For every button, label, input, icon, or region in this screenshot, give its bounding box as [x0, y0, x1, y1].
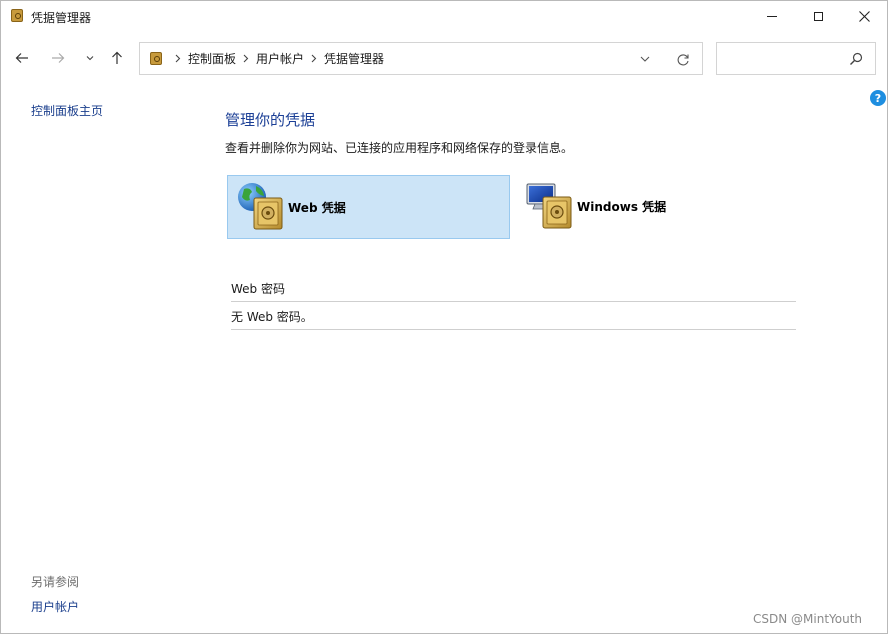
chevron-right-icon[interactable]: [238, 54, 254, 63]
credential-vault-icon: [150, 52, 162, 65]
refresh-button[interactable]: [674, 51, 692, 69]
chevron-down-icon: [86, 56, 94, 61]
search-box[interactable]: [716, 42, 876, 75]
breadcrumb-user-accounts[interactable]: 用户帐户: [254, 50, 306, 67]
title-bar: 凭据管理器: [1, 1, 887, 31]
address-bar[interactable]: 控制面板 用户帐户 凭据管理器: [139, 42, 703, 75]
minimize-icon: [767, 15, 777, 17]
web-passwords-heading: Web 密码: [231, 282, 285, 296]
control-panel-home-link[interactable]: 控制面板主页: [31, 102, 103, 119]
help-icon[interactable]: ?: [870, 90, 886, 106]
search-icon[interactable]: [848, 51, 864, 67]
up-button[interactable]: [106, 47, 128, 69]
windows-credentials-label: Windows 凭据: [577, 200, 667, 214]
back-arrow-icon: [15, 53, 28, 63]
chevron-right-icon: [170, 54, 186, 63]
forward-arrow-icon: [52, 53, 65, 63]
breadcrumb-control-panel[interactable]: 控制面板: [186, 50, 238, 67]
empty-passwords-message: 无 Web 密码。: [231, 310, 313, 324]
forward-button[interactable]: [47, 47, 69, 69]
recent-locations-button[interactable]: [79, 47, 101, 69]
web-credentials-tile[interactable]: Web 凭据: [227, 175, 510, 239]
back-button[interactable]: [11, 47, 33, 69]
see-also-heading: 另请参阅: [31, 575, 80, 589]
chevron-down-icon: [640, 56, 650, 62]
globe-vault-icon: [238, 183, 283, 230]
breadcrumb-credential-manager[interactable]: 凭据管理器: [322, 50, 386, 67]
breadcrumb: 控制面板 用户帐户 凭据管理器: [170, 43, 386, 74]
close-button[interactable]: [841, 1, 887, 31]
search-input[interactable]: [723, 47, 847, 71]
chevron-right-icon[interactable]: [306, 54, 322, 63]
page-description: 查看并删除你为网站、已连接的应用程序和网络保存的登录信息。: [225, 141, 574, 155]
divider: [231, 301, 796, 302]
window-title: 凭据管理器: [31, 11, 92, 25]
maximize-icon: [813, 11, 823, 21]
web-credentials-label: Web 凭据: [288, 201, 346, 215]
credential-vault-icon: [11, 9, 23, 22]
divider: [231, 329, 796, 330]
address-history-button[interactable]: [636, 51, 654, 67]
user-accounts-link[interactable]: 用户帐户: [31, 598, 79, 615]
credential-manager-window: 凭据管理器 控制面板 用户帐户 凭据管理器 ? 控制面板主页 另请参阅 用户帐户…: [0, 0, 888, 634]
close-icon: [858, 10, 870, 22]
maximize-button[interactable]: [795, 1, 841, 31]
windows-credentials-tile[interactable]: Windows 凭据: [517, 175, 800, 239]
watermark: CSDN @MintYouth: [753, 612, 863, 626]
monitor-vault-icon: [526, 183, 572, 229]
page-title: 管理你的凭据: [225, 111, 316, 129]
minimize-button[interactable]: [749, 1, 795, 31]
refresh-icon: [677, 54, 689, 66]
up-arrow-icon: [112, 51, 122, 64]
